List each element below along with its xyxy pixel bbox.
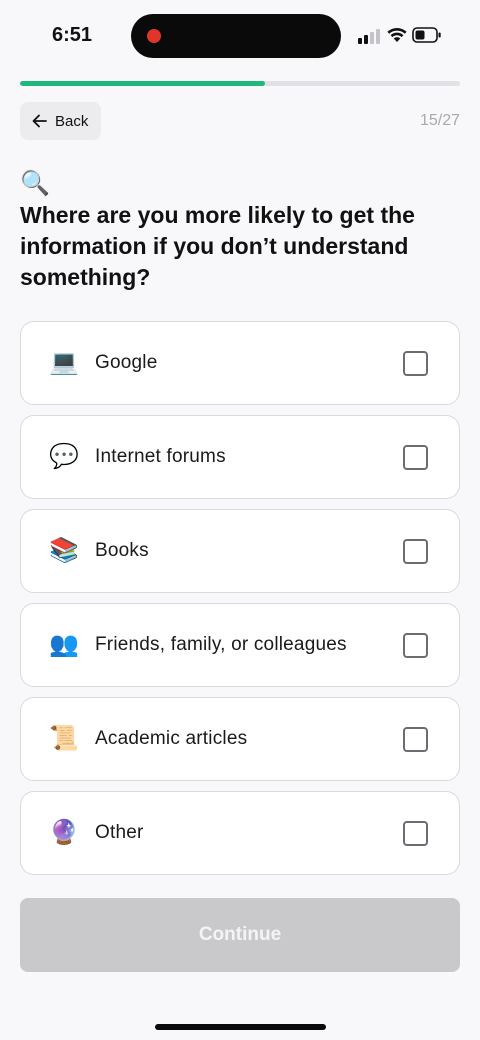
- books-icon: 📚: [49, 537, 79, 564]
- step-counter: 15/27: [419, 112, 460, 129]
- recording-indicator-icon: [147, 29, 161, 43]
- progress-fill: [20, 81, 265, 86]
- battery-icon: [412, 27, 441, 43]
- option-checkbox[interactable]: [403, 538, 428, 564]
- status-bar: 6:51: [0, 0, 480, 72]
- option-label: Other: [95, 822, 144, 843]
- option-label: Books: [95, 540, 149, 561]
- speech-bubble-icon: 💬: [49, 443, 79, 470]
- status-time: 6:51: [52, 24, 93, 46]
- option-label: Google: [95, 352, 158, 373]
- options-list: 💻 Google 💬 Internet forums 📚 Books 👥 Fri…: [20, 321, 460, 885]
- option-internet-forums[interactable]: 💬 Internet forums: [20, 415, 460, 499]
- option-checkbox[interactable]: [403, 444, 428, 470]
- scroll-icon: 📜: [49, 725, 79, 752]
- option-friends-family-colleagues[interactable]: 👥 Friends, family, or colleagues: [20, 603, 460, 687]
- back-button[interactable]: Back: [20, 102, 102, 140]
- back-label: Back: [55, 112, 89, 130]
- option-checkbox[interactable]: [403, 632, 428, 658]
- option-checkbox[interactable]: [403, 726, 428, 752]
- crystal-ball-icon: 🔮: [49, 819, 79, 846]
- option-label: Internet forums: [95, 446, 226, 467]
- option-checkbox[interactable]: [403, 820, 428, 846]
- continue-button[interactable]: Continue: [20, 898, 460, 972]
- question-title: Where are you more likely to get the inf…: [20, 202, 415, 290]
- option-label: Academic articles: [95, 728, 248, 749]
- option-academic-articles[interactable]: 📜 Academic articles: [20, 697, 460, 781]
- cellular-signal-icon: [358, 28, 380, 44]
- people-icon: 👥: [49, 631, 79, 658]
- arrow-left-icon: [32, 114, 47, 128]
- progress-bar: [20, 81, 460, 86]
- option-other[interactable]: 🔮 Other: [20, 791, 460, 875]
- home-indicator: [155, 1024, 326, 1030]
- laptop-icon: 💻: [49, 349, 79, 376]
- option-books[interactable]: 📚 Books: [20, 509, 460, 593]
- dynamic-island: [131, 14, 341, 58]
- magnifying-glass-icon: 🔍: [20, 170, 50, 197]
- option-label: Friends, family, or colleagues: [95, 634, 347, 655]
- option-checkbox[interactable]: [403, 350, 428, 376]
- wifi-icon: [387, 27, 407, 42]
- screen: 6:51 Back 15/27 🔍 Where are you more lik…: [0, 0, 480, 1040]
- option-google[interactable]: 💻 Google: [20, 321, 460, 405]
